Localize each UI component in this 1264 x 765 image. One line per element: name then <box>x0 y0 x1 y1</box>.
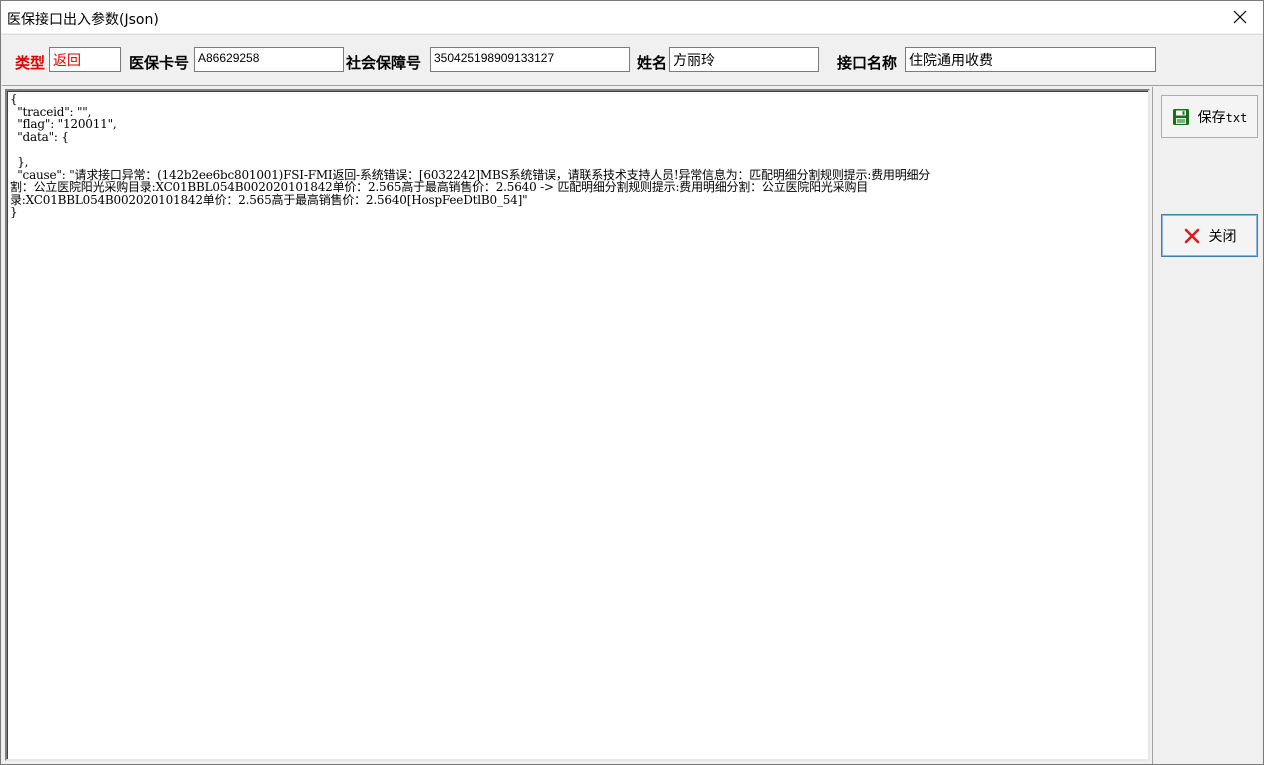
title-bar: 医保接口出入参数(Json) <box>1 1 1263 33</box>
floppy-disk-icon <box>1172 108 1190 126</box>
action-panel: 保存txt 关闭 <box>1152 87 1263 764</box>
json-textarea[interactable]: { "traceid": "", "flag": "120011", "data… <box>5 89 1150 761</box>
card-number-field[interactable]: A86629258 <box>194 47 344 72</box>
close-icon <box>1233 10 1247 24</box>
red-x-icon <box>1183 227 1201 245</box>
window-close-button[interactable] <box>1217 1 1263 33</box>
window-title: 医保接口出入参数(Json) <box>7 12 159 28</box>
type-field[interactable]: 返回 <box>49 47 121 72</box>
ssn-label: 社会保障号 <box>346 54 422 72</box>
json-content: { "traceid": "", "flag": "120011", "data… <box>10 92 931 220</box>
name-label: 姓名 <box>637 54 668 72</box>
close-button-label: 关闭 <box>1208 228 1237 245</box>
info-bar: 类型 返回 医保卡号 A86629258 社会保障号 3504251989091… <box>2 34 1263 86</box>
card-label: 医保卡号 <box>129 54 190 72</box>
type-label: 类型 <box>15 54 46 72</box>
api-name-field[interactable]: 住院通用收费 <box>905 47 1156 72</box>
save-button-label: 保存txt <box>1197 109 1248 126</box>
name-field[interactable]: 方丽玲 <box>669 47 819 72</box>
api-name-label: 接口名称 <box>837 54 898 72</box>
dialog-window: 医保接口出入参数(Json) 类型 返回 医保卡号 A86629258 社会保障… <box>0 0 1264 765</box>
close-button[interactable]: 关闭 <box>1161 214 1258 257</box>
ssn-field[interactable]: 350425198909133127 <box>430 47 630 72</box>
save-txt-button[interactable]: 保存txt <box>1161 95 1258 138</box>
